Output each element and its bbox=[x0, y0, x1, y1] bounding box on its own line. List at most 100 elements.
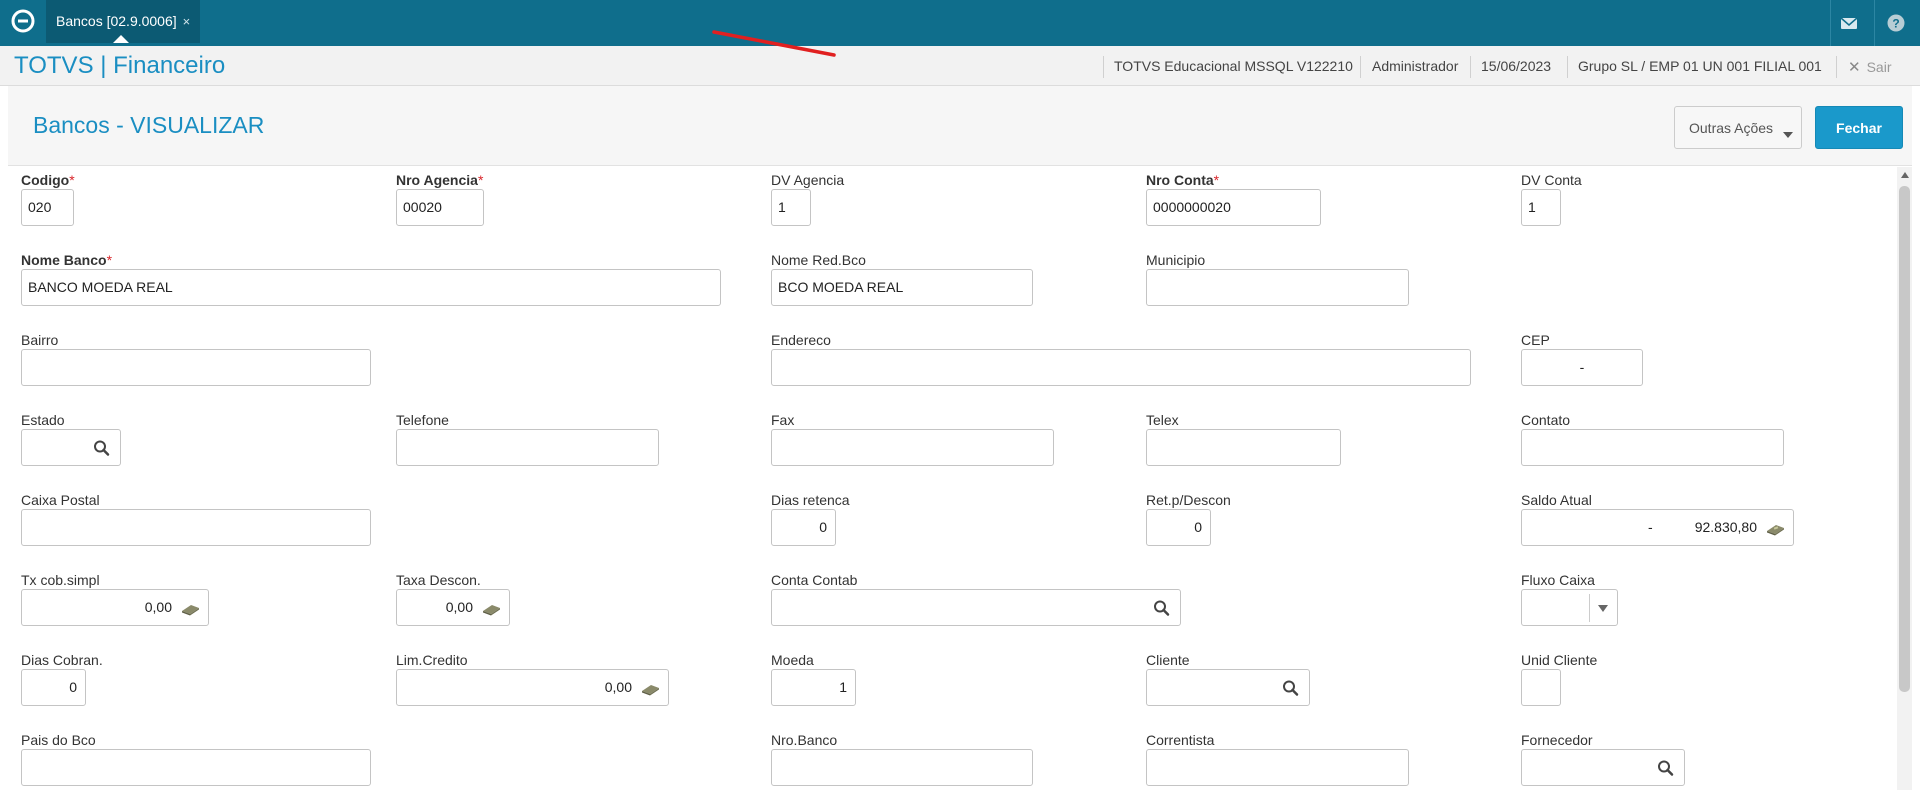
lim-credito-label: Lim.Credito bbox=[396, 652, 468, 668]
top-bar: Bancos [02.9.0006] × ? bbox=[0, 0, 1920, 46]
calculator-icon[interactable] bbox=[1765, 519, 1785, 537]
saldo-atual-field[interactable]: - 92.830,80 bbox=[1521, 509, 1794, 546]
unid-cliente-label: Unid Cliente bbox=[1521, 652, 1598, 668]
pais-bco-field[interactable] bbox=[21, 749, 371, 786]
divider bbox=[1103, 56, 1104, 78]
correntista-field[interactable] bbox=[1146, 749, 1409, 786]
saldo-atual-label: Saldo Atual bbox=[1521, 492, 1592, 508]
active-tab-indicator bbox=[113, 35, 129, 43]
dv-conta-field[interactable]: 1 bbox=[1521, 189, 1561, 226]
help-icon[interactable]: ? bbox=[1885, 12, 1907, 34]
cep-label: CEP bbox=[1521, 332, 1550, 348]
ret-descon-field[interactable]: 0 bbox=[1146, 509, 1211, 546]
nro-banco-label: Nro.Banco bbox=[771, 732, 838, 748]
exit-button[interactable]: ✕ Sair bbox=[1848, 58, 1891, 76]
bairro-label: Bairro bbox=[21, 332, 59, 348]
page-title: Bancos - VISUALIZAR bbox=[33, 112, 265, 138]
conta-contab-field[interactable] bbox=[771, 589, 1181, 626]
codigo-field[interactable]: 020 bbox=[21, 189, 74, 226]
nome-banco-field[interactable]: BANCO MOEDA REAL bbox=[21, 269, 721, 306]
nome-red-label: Nome Red.Bco bbox=[771, 252, 866, 268]
search-icon[interactable] bbox=[1152, 599, 1172, 617]
environment-info: TOTVS Educacional MSSQL V122210 bbox=[1114, 58, 1353, 74]
divider bbox=[1360, 56, 1361, 78]
endereco-field[interactable] bbox=[771, 349, 1471, 386]
fornecedor-field[interactable] bbox=[1521, 749, 1685, 786]
dias-cobran-field[interactable]: 0 bbox=[21, 669, 86, 706]
lim-credito-field[interactable]: 0,00 bbox=[396, 669, 669, 706]
close-button[interactable]: Fechar bbox=[1815, 106, 1903, 149]
nro-agencia-field[interactable]: 00020 bbox=[396, 189, 484, 226]
taxa-descon-value: 0,00 bbox=[445, 599, 473, 615]
fax-label: Fax bbox=[771, 412, 795, 428]
saldo-atual-sign: - bbox=[1648, 519, 1653, 535]
tab-label: Bancos [02.9.0006] bbox=[56, 13, 177, 29]
calculator-icon[interactable] bbox=[640, 679, 660, 697]
dv-agencia-label: DV Agencia bbox=[771, 172, 845, 188]
codigo-label: Codigo* bbox=[21, 172, 75, 188]
telefone-field[interactable] bbox=[396, 429, 659, 466]
calculator-icon[interactable] bbox=[481, 599, 501, 617]
nro-conta-label: Nro Conta* bbox=[1146, 172, 1220, 188]
app-header: TOTVS | Financeiro TOTVS Educacional MSS… bbox=[0, 46, 1920, 86]
fluxo-caixa-select[interactable] bbox=[1521, 589, 1618, 626]
company-info[interactable]: Grupo SL / EMP 01 UN 001 FILIAL 001 bbox=[1578, 58, 1822, 74]
fax-field[interactable] bbox=[771, 429, 1054, 466]
user-info: Administrador bbox=[1372, 58, 1459, 74]
nro-agencia-label: Nro Agencia* bbox=[396, 172, 484, 188]
dias-retenca-field[interactable]: 0 bbox=[771, 509, 836, 546]
close-icon: ✕ bbox=[1848, 59, 1861, 76]
pais-bco-label: Pais do Bco bbox=[21, 732, 96, 748]
dias-retenca-label: Dias retenca bbox=[771, 492, 850, 508]
divider bbox=[1836, 56, 1837, 78]
divider bbox=[1874, 0, 1875, 46]
taxa-descon-field[interactable]: 0,00 bbox=[396, 589, 510, 626]
cep-field[interactable]: - bbox=[1521, 349, 1643, 386]
chevron-down-icon bbox=[1783, 132, 1793, 138]
other-actions-button[interactable]: Outras Ações bbox=[1674, 106, 1802, 149]
scrollbar-thumb[interactable] bbox=[1899, 186, 1910, 692]
telex-field[interactable] bbox=[1146, 429, 1341, 466]
divider bbox=[1470, 56, 1471, 78]
nro-conta-field[interactable]: 0000000020 bbox=[1146, 189, 1321, 226]
mail-icon[interactable] bbox=[1838, 12, 1860, 34]
unid-cliente-field[interactable] bbox=[1521, 669, 1561, 706]
cliente-label: Cliente bbox=[1146, 652, 1190, 668]
cliente-field[interactable] bbox=[1146, 669, 1310, 706]
fluxo-caixa-label: Fluxo Caixa bbox=[1521, 572, 1595, 588]
municipio-field[interactable] bbox=[1146, 269, 1409, 306]
tx-cob-simpl-value: 0,00 bbox=[144, 599, 172, 615]
divider bbox=[1589, 594, 1590, 622]
search-icon[interactable] bbox=[1656, 759, 1676, 777]
estado-field[interactable] bbox=[21, 429, 121, 466]
dias-cobran-label: Dias Cobran. bbox=[21, 652, 103, 668]
totvs-logo-icon[interactable] bbox=[10, 8, 36, 34]
moeda-label: Moeda bbox=[771, 652, 814, 668]
page-title-bar: Bancos - VISUALIZAR Outras Ações Fechar bbox=[8, 86, 1912, 166]
caixa-postal-label: Caixa Postal bbox=[21, 492, 100, 508]
bairro-field[interactable] bbox=[21, 349, 371, 386]
dv-agencia-field[interactable]: 1 bbox=[771, 189, 811, 226]
caixa-postal-field[interactable] bbox=[21, 509, 371, 546]
calculator-icon[interactable] bbox=[180, 599, 200, 617]
tx-cob-simpl-field[interactable]: 0,00 bbox=[21, 589, 209, 626]
nome-red-field[interactable]: BCO MOEDA REAL bbox=[771, 269, 1033, 306]
nro-banco-field[interactable] bbox=[771, 749, 1033, 786]
tab-close-icon[interactable]: × bbox=[183, 14, 191, 29]
search-icon[interactable] bbox=[92, 439, 112, 457]
fornecedor-label: Fornecedor bbox=[1521, 732, 1593, 748]
other-actions-label: Outras Ações bbox=[1689, 119, 1774, 136]
nome-banco-label: Nome Banco* bbox=[21, 252, 113, 268]
divider bbox=[1567, 56, 1568, 78]
chevron-down-icon[interactable] bbox=[1598, 605, 1608, 612]
saldo-atual-value: 92.830,80 bbox=[1694, 519, 1757, 535]
scroll-up-icon[interactable] bbox=[1901, 172, 1909, 178]
svg-text:?: ? bbox=[1892, 17, 1899, 31]
contato-field[interactable] bbox=[1521, 429, 1784, 466]
conta-contab-label: Conta Contab bbox=[771, 572, 858, 588]
moeda-field[interactable]: 1 bbox=[771, 669, 856, 706]
app-brand: TOTVS | Financeiro bbox=[14, 52, 226, 79]
telefone-label: Telefone bbox=[396, 412, 449, 428]
search-icon[interactable] bbox=[1281, 679, 1301, 697]
lim-credito-value: 0,00 bbox=[604, 679, 632, 695]
